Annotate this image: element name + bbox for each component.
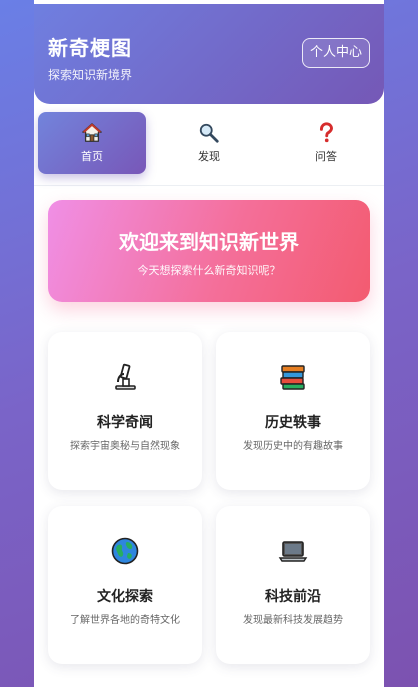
category-desc: 发现历史中的有趣故事 — [243, 441, 343, 452]
books-icon — [280, 365, 305, 390]
welcome-subtitle: 今天想探索什么新奇知识呢？ — [137, 264, 281, 277]
category-desc: 了解世界各地的奇特文化 — [70, 615, 180, 626]
category-title: 历史轶事 — [265, 415, 321, 431]
tab-qa-label: 问答 — [315, 150, 337, 163]
globe-icon — [111, 537, 139, 565]
tab-qa[interactable]: 问答 — [272, 112, 380, 174]
tab-discover[interactable]: 发现 — [155, 112, 263, 174]
app-subtitle: 探索知识新境界 — [48, 68, 133, 82]
category-title: 科学奇闻 — [97, 415, 153, 431]
tab-discover-label: 发现 — [198, 150, 220, 163]
magnifier-icon — [199, 123, 219, 143]
category-card-tech[interactable]: 科技前沿 发现最新科技发展趋势 — [216, 506, 370, 664]
tab-bar: 首页 发现 问答 — [34, 104, 384, 186]
category-card-science[interactable]: 科学奇闻 探索宇宙奥秘与自然现象 — [48, 332, 202, 490]
tab-home-label: 首页 — [81, 150, 103, 163]
category-desc: 探索宇宙奥秘与自然现象 — [70, 441, 180, 452]
laptop-icon — [278, 541, 308, 562]
category-title: 文化探索 — [97, 589, 153, 605]
welcome-title: 欢迎来到知识新世界 — [119, 230, 299, 254]
tab-home[interactable]: 首页 — [38, 112, 146, 174]
category-card-culture[interactable]: 文化探索 了解世界各地的奇特文化 — [48, 506, 202, 664]
house-icon — [82, 123, 102, 142]
microscope-icon — [115, 363, 136, 390]
profile-button[interactable]: 个人中心 — [301, 38, 370, 68]
app-header: 新奇梗图 探索知识新境界 个人中心 — [34, 4, 384, 104]
app-title: 新奇梗图 — [48, 36, 132, 60]
app-container: 新奇梗图 探索知识新境界 个人中心 首页 发现 问答 欢迎来到知识新世界 今天想… — [34, 0, 384, 687]
category-title: 科技前沿 — [265, 589, 321, 605]
welcome-banner: 欢迎来到知识新世界 今天想探索什么新奇知识呢？ — [48, 200, 370, 302]
category-desc: 发现最新科技发展趋势 — [243, 615, 343, 626]
category-card-history[interactable]: 历史轶事 发现历史中的有趣故事 — [216, 332, 370, 490]
question-mark-icon — [319, 122, 333, 143]
